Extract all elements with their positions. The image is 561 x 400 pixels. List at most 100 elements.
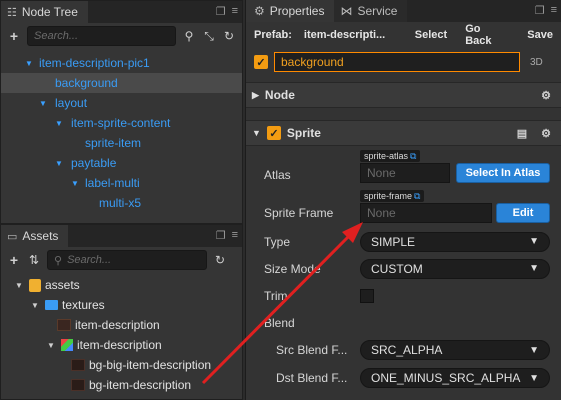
- search-icon[interactable]: ⚲: [182, 29, 196, 43]
- asset-item-texture[interactable]: item-description: [1, 315, 242, 335]
- prop-size-mode-label: Size Mode: [264, 261, 321, 276]
- asset-item-bg-item[interactable]: bg-item-description: [1, 375, 242, 395]
- assets-search-placeholder: Search...: [67, 254, 112, 266]
- tree-item-multi-x5[interactable]: multi-x5: [1, 193, 242, 213]
- prefab-go-back-button[interactable]: Go Back: [465, 23, 509, 47]
- expand-caret-icon[interactable]: ▼: [53, 119, 65, 128]
- size-mode-select[interactable]: CUSTOM ▼: [360, 258, 550, 279]
- asset-item-label: textures: [62, 298, 105, 312]
- sprite-enabled-checkbox[interactable]: ✓: [266, 126, 281, 140]
- select-in-atlas-button[interactable]: Select In Atlas: [456, 163, 550, 183]
- sprite-frame-field[interactable]: None: [360, 203, 492, 223]
- gear-icon[interactable]: ⚙: [541, 89, 551, 102]
- atlas-field[interactable]: None: [360, 163, 450, 183]
- menu-icon[interactable]: ≡: [232, 5, 238, 18]
- assets-search-input[interactable]: ⚲ Search...: [47, 250, 207, 270]
- expand-caret-icon[interactable]: ▼: [45, 341, 57, 350]
- tree-item-sprite-content[interactable]: ▼ item-sprite-content: [1, 113, 242, 133]
- size-mode-value: CUSTOM: [371, 261, 423, 276]
- atlas-value: None: [367, 166, 396, 180]
- refresh-icon[interactable]: ↻: [222, 29, 236, 43]
- external-link-icon[interactable]: ⧉: [410, 151, 416, 162]
- tree-item-label: paytable: [71, 156, 117, 170]
- prefab-label: Prefab:: [254, 29, 292, 41]
- sort-icon[interactable]: ⇅: [27, 253, 41, 267]
- prop-blend: Blend: [246, 310, 561, 336]
- sprite-frame-icon: [71, 359, 85, 371]
- section-node-label: Node: [264, 88, 295, 102]
- prop-blend-label: Blend: [264, 316, 295, 330]
- tree-item-label: item-sprite-content: [71, 116, 171, 130]
- maximize-icon[interactable]: ❐: [216, 5, 226, 18]
- src-blend-select[interactable]: SRC_ALPHA ▼: [360, 340, 550, 360]
- node-tree-icon: ☷: [7, 6, 17, 19]
- assets-tab-controls: ❐ ≡: [216, 229, 238, 242]
- tree-item-background[interactable]: background: [1, 73, 242, 93]
- search-icon: ⚲: [54, 254, 63, 267]
- menu-icon[interactable]: ≡: [232, 229, 238, 242]
- asset-item-label: item-description: [77, 338, 162, 352]
- tab-assets[interactable]: ▭ Assets: [1, 225, 69, 247]
- asset-item-assets[interactable]: ▼ assets: [1, 275, 242, 295]
- dst-blend-select[interactable]: ONE_MINUS_SRC_ALPHA ▼: [360, 368, 550, 388]
- refresh-icon[interactable]: ↻: [213, 253, 227, 267]
- prefab-select-button[interactable]: Select: [415, 29, 447, 41]
- edit-label: Edit: [512, 207, 534, 219]
- node-active-checkbox[interactable]: ✓: [254, 55, 268, 69]
- database-icon: [29, 278, 41, 292]
- tree-item-label-multi[interactable]: ▼ label-multi: [1, 173, 242, 193]
- asset-item-textures[interactable]: ▼ textures: [1, 295, 242, 315]
- tree-item-layout[interactable]: ▼ layout: [1, 93, 242, 113]
- section-sprite[interactable]: ▼ ✓ Sprite ▤ ⚙: [246, 120, 561, 146]
- type-select[interactable]: SIMPLE ▼: [360, 231, 550, 252]
- book-icon[interactable]: ▤: [517, 127, 527, 140]
- edit-sprite-frame-button[interactable]: Edit: [496, 203, 550, 223]
- service-icon: ⋈: [340, 4, 353, 18]
- 3d-toggle[interactable]: 3D: [530, 57, 543, 68]
- maximize-icon[interactable]: ❐: [535, 4, 545, 17]
- expand-caret-icon[interactable]: ▼: [252, 128, 261, 138]
- expand-caret-icon[interactable]: ▼: [29, 301, 41, 310]
- collapse-caret-icon[interactable]: ▶: [252, 90, 259, 101]
- prefab-name: item-descripti...: [303, 29, 386, 41]
- expand-caret-icon[interactable]: ▼: [13, 281, 25, 290]
- tab-properties[interactable]: ⚙ Properties: [246, 0, 335, 22]
- add-icon[interactable]: +: [7, 28, 21, 44]
- prop-type-label: Type: [264, 234, 291, 249]
- folder-icon: ▭: [7, 230, 18, 243]
- tab-service[interactable]: ⋈ Service: [334, 0, 408, 22]
- menu-icon[interactable]: ≡: [551, 4, 557, 17]
- tab-node-tree[interactable]: ☷ Node Tree: [1, 1, 88, 23]
- maximize-icon[interactable]: ❐: [216, 229, 226, 242]
- expand-caret-icon[interactable]: ▼: [37, 99, 49, 108]
- select-in-atlas-label: Select In Atlas: [465, 167, 541, 179]
- expand-caret-icon[interactable]: ▼: [69, 179, 81, 188]
- node-tree-tab-controls: ❐ ≡: [216, 5, 238, 18]
- tree-item-paytable[interactable]: ▼ paytable: [1, 153, 242, 173]
- asset-item-spriteframe-group[interactable]: ▼ item-description: [1, 335, 242, 355]
- gear-icon[interactable]: ⚙: [541, 127, 551, 140]
- prop-sprite-frame: Sprite Frame sprite-frame ⧉ None Edit: [246, 188, 561, 228]
- collapse-icon[interactable]: ⤡: [202, 29, 216, 44]
- sprite-frame-value: None: [367, 206, 396, 220]
- section-node[interactable]: ▶ Node ⚙: [246, 82, 561, 108]
- tree-item-root[interactable]: ▼ item-description-pic1: [1, 53, 242, 73]
- inspector-tab-controls: ❐ ≡: [535, 4, 557, 17]
- trim-checkbox[interactable]: [360, 289, 374, 303]
- expand-caret-icon[interactable]: ▼: [23, 59, 35, 68]
- prop-src-blend-label: Src Blend F...: [276, 343, 348, 357]
- prop-atlas: Atlas sprite-atlas ⧉ None Select In Atla…: [246, 150, 561, 188]
- external-link-icon[interactable]: ⧉: [414, 191, 420, 202]
- node-name-input[interactable]: background: [274, 52, 520, 72]
- node-tree-search-input[interactable]: Search...: [27, 26, 176, 46]
- asset-item-bg-big[interactable]: bg-big-item-description: [1, 355, 242, 375]
- tree-item-label: label-multi: [85, 176, 140, 190]
- tree-item-sprite-item[interactable]: sprite-item: [1, 133, 242, 153]
- type-value: SIMPLE: [371, 234, 416, 249]
- add-icon[interactable]: +: [7, 252, 21, 268]
- prefab-save-button[interactable]: Save: [527, 29, 553, 41]
- expand-caret-icon[interactable]: ▼: [53, 159, 65, 168]
- section-node-icons: ⚙: [541, 89, 551, 102]
- node-tree-toolbar: + Search... ⚲ ⤡ ↻: [1, 23, 242, 49]
- prop-trim-label: Trim: [264, 289, 288, 303]
